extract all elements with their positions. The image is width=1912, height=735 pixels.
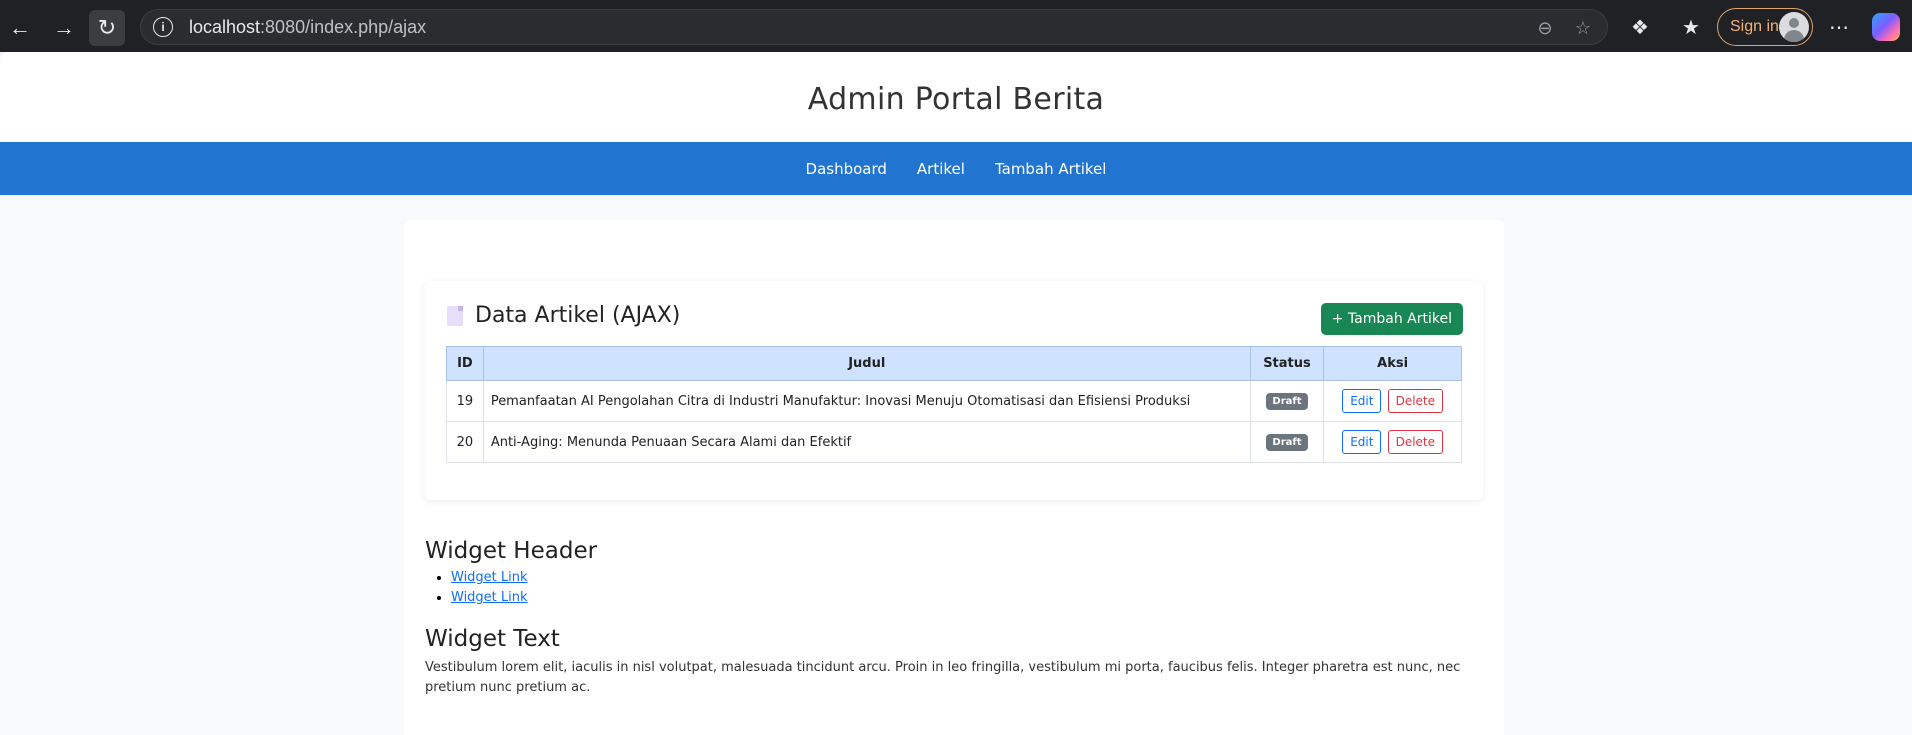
copilot-icon[interactable] [1872,13,1900,41]
sign-in-button[interactable]: Sign in [1717,8,1813,46]
main-content: Data Artikel (AJAX) + Tambah Artikel ID … [404,220,1504,735]
cell-status: Draft [1249,380,1325,422]
nav-artikel[interactable]: Artikel [917,160,965,178]
address-bar[interactable]: i localhost:8080/index.php/ajax ⊖ ☆ [140,9,1608,45]
zoom-out-icon[interactable]: ⊖ [1533,16,1557,40]
profile-avatar-icon [1779,12,1809,42]
edit-button[interactable]: Edit [1342,430,1382,454]
table-row: 20 Anti-Aging: Menunda Penuaan Secara Al… [446,421,1462,463]
table-row: 19 Pemanfaatan AI Pengolahan Citra di In… [446,380,1462,422]
favorite-star-icon[interactable]: ☆ [1571,16,1595,40]
cell-id: 19 [446,380,484,422]
page-viewport: Admin Portal Berita Dashboard Artikel Ta… [0,52,1912,735]
table-header-row: ID Judul Status Aksi [446,346,1462,381]
edit-button[interactable]: Edit [1342,389,1382,413]
favorites-icon[interactable]: ★ [1677,13,1705,41]
add-article-button[interactable]: + Tambah Artikel [1320,303,1463,335]
column-header-judul: Judul [482,346,1251,381]
widget-link-list: Widget Link Widget Link [425,568,597,608]
widget-text-title: Widget Text [425,626,560,652]
column-header-id: ID [446,346,484,381]
document-icon [447,305,463,326]
back-arrow-icon[interactable]: ← [2,10,38,46]
cell-status: Draft [1249,421,1325,463]
widget-link[interactable]: Widget Link [451,590,528,605]
cell-judul: Pemanfaatan AI Pengolahan Citra di Indus… [482,380,1251,422]
url-text[interactable]: localhost:8080/index.php/ajax [189,17,426,38]
widget-link[interactable]: Widget Link [451,570,528,585]
cell-judul: Anti-Aging: Menunda Penuaan Secara Alami… [482,421,1251,463]
cell-aksi: Edit Delete [1323,421,1462,463]
widget-text-body: Vestibulum lorem elit, iaculis in nisl v… [425,660,1461,695]
nav-dashboard[interactable]: Dashboard [806,160,887,178]
column-header-status: Status [1249,346,1325,381]
delete-button[interactable]: Delete [1387,389,1444,413]
nav-tambah-artikel[interactable]: Tambah Artikel [995,160,1107,178]
widget-text-section: Widget Text Vestibulum lorem elit, iacul… [425,626,1485,698]
status-badge: Draft [1266,433,1308,451]
site-header: Admin Portal Berita [0,52,1912,142]
extensions-icon[interactable]: ❖ [1626,13,1654,41]
forward-arrow-icon[interactable]: → [46,10,82,46]
delete-button[interactable]: Delete [1387,430,1444,454]
more-menu-icon[interactable]: ⋯ [1825,13,1853,41]
sign-in-label: Sign in [1730,18,1779,35]
widget-header-title: Widget Header [425,538,598,564]
list-item: Widget Link [451,568,597,588]
card-title: Data Artikel (AJAX) [447,303,680,328]
tab-strip [0,0,1912,2]
cell-id: 20 [446,421,484,463]
site-title: Admin Portal Berita [807,82,1105,117]
browser-toolbar: ← → ↻ i localhost:8080/index.php/ajax ⊖ … [0,0,1912,52]
article-card: Data Artikel (AJAX) + Tambah Artikel ID … [425,281,1483,500]
column-header-aksi: Aksi [1323,346,1462,381]
site-info-icon[interactable]: i [153,17,173,37]
reload-icon[interactable]: ↻ [89,10,125,46]
widget-header-section: Widget Header Widget Link Widget Link [425,538,597,608]
cell-aksi: Edit Delete [1323,380,1462,422]
status-badge: Draft [1266,392,1308,410]
article-table: ID Judul Status Aksi 19 Pemanfaatan AI P… [446,346,1462,463]
site-nav: Dashboard Artikel Tambah Artikel [0,142,1912,195]
card-title-text: Data Artikel (AJAX) [475,303,681,328]
list-item: Widget Link [451,588,597,608]
url-path: :8080/index.php/ajax [260,16,427,37]
url-host: localhost [189,16,261,37]
